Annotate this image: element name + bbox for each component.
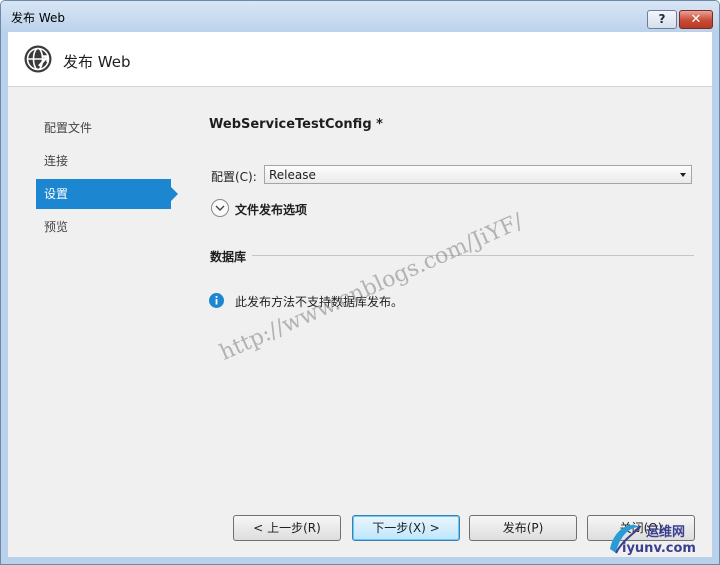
chevron-down-icon	[215, 205, 225, 211]
next-button[interactable]: 下一步(X) >	[352, 515, 460, 541]
config-dropdown[interactable]: Release	[264, 165, 692, 184]
title-bar[interactable]: 发布 Web ? ✕	[1, 1, 719, 31]
profile-name: WebServiceTestConfig *	[209, 117, 383, 132]
info-icon	[209, 293, 224, 308]
config-label: 配置(C):	[211, 170, 257, 184]
help-button[interactable]: ?	[647, 10, 677, 29]
publish-button[interactable]: 发布(P)	[469, 515, 577, 541]
site-logo: 运维网 iyunv.com	[600, 517, 718, 563]
globe-arrow-icon	[24, 45, 52, 73]
previous-button[interactable]: < 上一步(R)	[233, 515, 341, 541]
database-section-title: 数据库	[210, 250, 247, 264]
close-window-button[interactable]: ✕	[679, 10, 713, 29]
active-nav-indicator	[171, 187, 178, 201]
nav-item-connection[interactable]: 连接	[36, 146, 171, 176]
nav-item-preview[interactable]: 预览	[36, 212, 171, 242]
chevron-down-icon	[680, 173, 686, 177]
dialog-content: 配置文件 连接 设置 预览 WebServiceTestConfig * 配置(…	[8, 87, 712, 557]
logo-text-url: iyunv.com	[622, 541, 696, 556]
dialog-header: 发布 Web	[8, 32, 712, 87]
publish-web-dialog: 发布 Web ? ✕ 发布 Web 配置文件 连接 设置 预览 WebServi…	[0, 0, 720, 565]
window-title: 发布 Web	[11, 11, 65, 25]
expand-toggle[interactable]	[211, 199, 229, 217]
config-value: Release	[269, 168, 316, 182]
header-title: 发布 Web	[63, 53, 131, 71]
logo-text-cn: 运维网	[646, 525, 686, 540]
file-publish-options-label[interactable]: 文件发布选项	[235, 201, 307, 218]
nav-item-profile[interactable]: 配置文件	[36, 113, 171, 143]
watermark-text: http://www.cnblogs.com/JiYF/	[216, 209, 527, 366]
nav-item-settings[interactable]: 设置	[36, 179, 171, 209]
